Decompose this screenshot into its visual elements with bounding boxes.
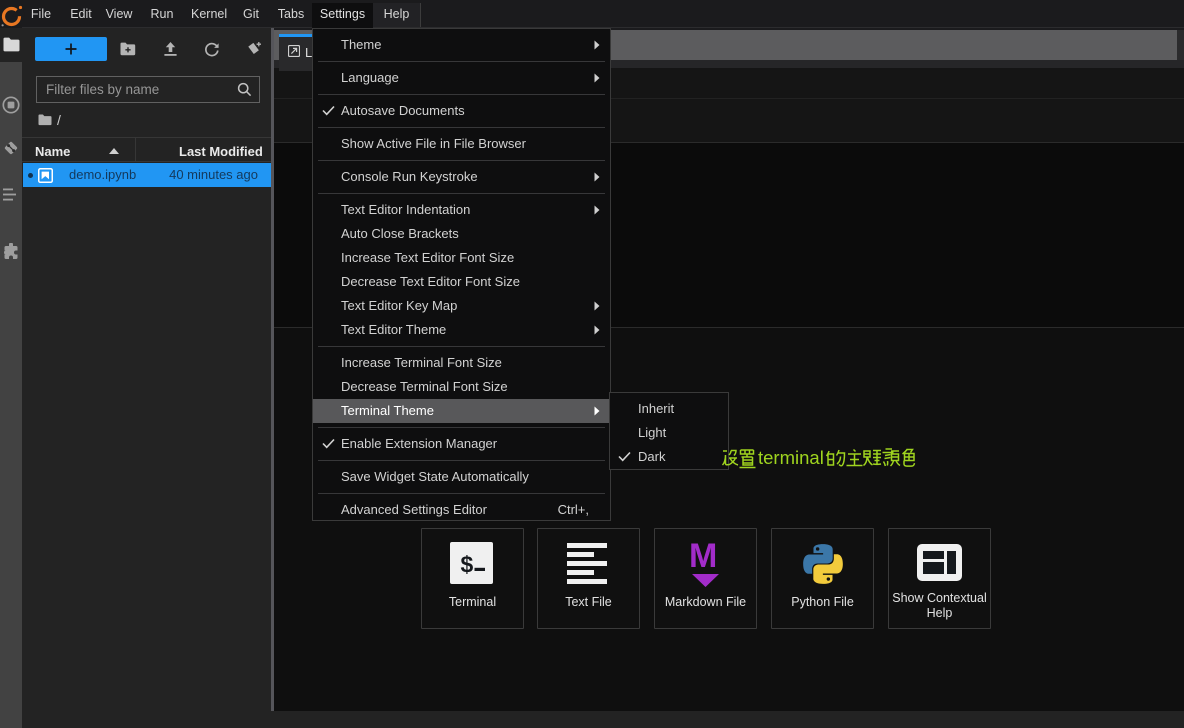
svg-text:M: M: [690, 540, 717, 575]
svg-text:terminal: terminal: [758, 447, 824, 468]
svg-text:$: $: [460, 553, 474, 579]
